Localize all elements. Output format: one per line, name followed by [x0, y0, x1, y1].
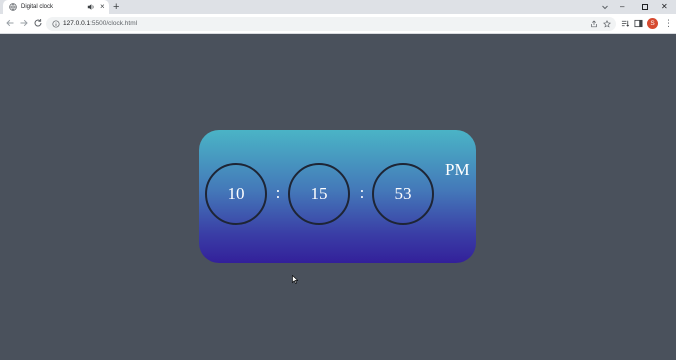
back-arrow-icon[interactable]	[5, 18, 15, 28]
share-icon[interactable]	[590, 20, 598, 28]
minutes-seconds-separator: :	[359, 183, 365, 202]
profile-avatar[interactable]: S	[647, 18, 658, 29]
chevron-down-icon[interactable]	[600, 2, 610, 12]
info-icon[interactable]	[52, 20, 60, 28]
url-path: :5500/clock.html	[90, 20, 138, 27]
minutes-display: 15	[288, 163, 350, 225]
url-text: 127.0.0.1:5500/clock.html	[63, 18, 137, 30]
browser-toolbar: 127.0.0.1:5500/clock.html S ⋮	[0, 14, 676, 34]
tab-close-button[interactable]: ×	[100, 2, 105, 12]
maximize-button[interactable]	[642, 4, 648, 10]
reading-list-icon[interactable]	[621, 19, 630, 28]
am-pm-indicator: PM	[445, 160, 470, 179]
reload-icon[interactable]	[33, 18, 43, 28]
hours-display: 10	[205, 163, 267, 225]
seconds-display: 53	[372, 163, 434, 225]
hours-minutes-separator: :	[275, 183, 281, 202]
clock-card: 10 : 15 : 53 PM	[199, 130, 476, 263]
globe-icon	[9, 3, 17, 11]
minimize-button[interactable]: –	[620, 1, 624, 13]
star-icon[interactable]	[603, 20, 611, 28]
window-close-button[interactable]: ✕	[661, 1, 668, 13]
address-bar[interactable]: 127.0.0.1:5500/clock.html	[46, 17, 616, 31]
speaker-icon[interactable]	[87, 3, 95, 11]
tab-strip: Digital clock × + – ✕	[0, 0, 676, 14]
mouse-cursor-icon	[292, 275, 298, 284]
tab-digital-clock[interactable]: Digital clock ×	[3, 0, 109, 14]
url-host: 127.0.0.1	[63, 20, 91, 27]
forward-arrow-icon[interactable]	[19, 18, 29, 28]
new-tab-button[interactable]: +	[113, 0, 119, 14]
side-panel-icon[interactable]	[634, 19, 643, 28]
tab-title: Digital clock	[21, 4, 54, 10]
browser-menu-button[interactable]: ⋮	[664, 18, 673, 29]
